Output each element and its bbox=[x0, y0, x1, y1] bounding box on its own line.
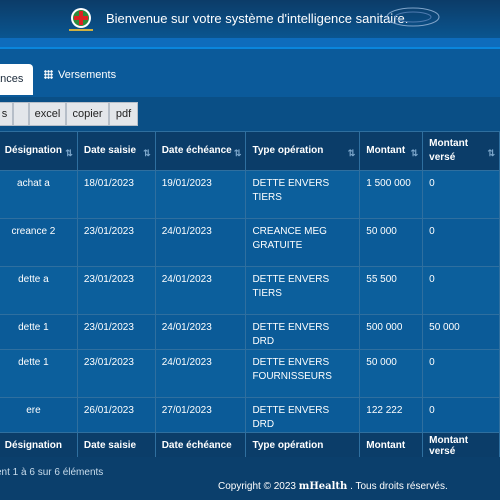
cell-montant: 55 500 bbox=[359, 266, 424, 315]
sub-banner bbox=[0, 38, 500, 47]
cell-date-echeance: 24/01/2023 bbox=[154, 314, 247, 350]
footer-col-montant-verse: Montant versé bbox=[422, 432, 500, 459]
tab-creances-label: ances bbox=[0, 73, 24, 85]
table-row[interactable]: dette 1 23/01/2023 24/01/2023 DETTE ENVE… bbox=[0, 349, 500, 398]
cell-type-operation: DETTE ENVERS DRD bbox=[245, 314, 361, 350]
table-row[interactable]: dette a 23/01/2023 24/01/2023 DETTE ENVE… bbox=[0, 266, 500, 315]
cell-date-saisie: 18/01/2023 bbox=[76, 170, 156, 219]
table-row[interactable]: creance 2 23/01/2023 24/01/2023 CREANCE … bbox=[0, 218, 500, 267]
tab-creances[interactable]: ances bbox=[0, 64, 33, 95]
cell-designation: dette a bbox=[0, 266, 78, 315]
excel-button[interactable]: excel bbox=[29, 102, 66, 126]
cell-date-echeance: 24/01/2023 bbox=[154, 218, 247, 267]
cell-montant-verse: 0 bbox=[422, 397, 500, 433]
cell-designation: dette 1 bbox=[0, 314, 78, 350]
cell-date-echeance: 24/01/2023 bbox=[154, 266, 247, 315]
page-footer: ent 1 à 6 sur 6 éléments Copyright © 202… bbox=[0, 457, 500, 500]
table-row[interactable]: achat a 18/01/2023 19/01/2023 DETTE ENVE… bbox=[0, 170, 500, 219]
grid-icon bbox=[44, 70, 53, 79]
tab-bar: ances Versements bbox=[0, 49, 500, 97]
footer-col-designation: Désignation bbox=[0, 432, 78, 459]
cell-date-saisie: 23/01/2023 bbox=[76, 266, 156, 315]
brand-name: mHealth bbox=[298, 481, 348, 492]
partner-logo bbox=[386, 7, 440, 27]
cell-montant-verse: 0 bbox=[422, 170, 500, 219]
welcome-text: Bienvenue sur votre système d'intelligen… bbox=[106, 11, 409, 26]
cell-type-operation: DETTE ENVERS FOURNISSEURS bbox=[245, 349, 361, 398]
table-row[interactable]: dette 1 23/01/2023 24/01/2023 DETTE ENVE… bbox=[0, 314, 500, 350]
cell-montant: 50 000 bbox=[359, 349, 424, 398]
cell-date-echeance: 19/01/2023 bbox=[154, 170, 247, 219]
cell-montant-verse: 0 bbox=[422, 266, 500, 315]
cell-montant: 500 000 bbox=[359, 314, 424, 350]
cell-date-saisie: 23/01/2023 bbox=[76, 218, 156, 267]
sort-icon: ⇅ bbox=[143, 148, 151, 158]
blank-button[interactable] bbox=[13, 102, 29, 126]
copy-button[interactable]: copier bbox=[66, 102, 109, 126]
tab-versements-label: Versements bbox=[58, 69, 117, 81]
footer-col-date-echeance: Date échéance bbox=[154, 432, 247, 459]
cell-montant: 122 222 bbox=[359, 397, 424, 433]
sort-icon: ⇅ bbox=[410, 148, 419, 158]
footer-col-montant: Montant bbox=[359, 432, 424, 459]
cell-designation: creance 2 bbox=[0, 218, 78, 267]
cell-date-saisie: 26/01/2023 bbox=[76, 397, 156, 433]
footer-col-date-saisie: Date saisie bbox=[76, 432, 156, 459]
cell-designation: ere bbox=[0, 397, 78, 433]
sort-icon: ⇅ bbox=[487, 148, 495, 158]
cell-date-echeance: 24/01/2023 bbox=[154, 349, 247, 398]
top-banner: Bienvenue sur votre système d'intelligen… bbox=[0, 0, 500, 38]
sort-icon: ⇅ bbox=[233, 148, 242, 158]
sort-icon: ⇅ bbox=[65, 148, 73, 158]
cell-type-operation: CREANCE MEG GRATUITE bbox=[245, 218, 361, 267]
cell-type-operation: DETTE ENVERS TIERS bbox=[245, 266, 361, 315]
col-header-montant[interactable]: Montant ⇅ bbox=[359, 131, 424, 171]
cell-montant-verse: 50 000 bbox=[422, 314, 500, 350]
cell-designation: achat a bbox=[0, 170, 78, 219]
col-header-date-saisie[interactable]: Date saisie ⇅ bbox=[76, 131, 156, 171]
sort-icon: ⇅ bbox=[347, 148, 356, 158]
footer-col-type-operation: Type opération bbox=[245, 432, 361, 459]
cell-date-echeance: 27/01/2023 bbox=[154, 397, 247, 433]
col-header-montant-verse[interactable]: Montant versé ⇅ bbox=[422, 131, 500, 171]
pdf-button[interactable]: pdf bbox=[109, 102, 138, 126]
copyright: Copyright © 2023 mHealth . Tous droits r… bbox=[218, 481, 448, 492]
data-table: Désignation ⇅ Date saisie ⇅ Date échéance ⇅… bbox=[0, 131, 500, 459]
cell-montant: 1 500 000 bbox=[359, 170, 424, 219]
ministry-logo bbox=[69, 8, 93, 31]
cell-date-saisie: 23/01/2023 bbox=[76, 314, 156, 350]
col-header-designation[interactable]: Désignation ⇅ bbox=[0, 131, 78, 171]
table-info: ent 1 à 6 sur 6 éléments bbox=[0, 467, 104, 478]
table-row[interactable]: ere 26/01/2023 27/01/2023 DETTE ENVERS D… bbox=[0, 397, 500, 433]
cell-montant-verse: 0 bbox=[422, 218, 500, 267]
col-header-type-operation[interactable]: Type opération ⇅ bbox=[245, 131, 361, 171]
cell-designation: dette 1 bbox=[0, 349, 78, 398]
cell-montant-verse: 0 bbox=[422, 349, 500, 398]
col-header-date-echeance[interactable]: Date échéance ⇅ bbox=[154, 131, 247, 171]
cell-montant: 50 000 bbox=[359, 218, 424, 267]
cell-type-operation: DETTE ENVERS TIERS bbox=[245, 170, 361, 219]
cell-date-saisie: 23/01/2023 bbox=[76, 349, 156, 398]
cell-type-operation: DETTE ENVERS DRD bbox=[245, 397, 361, 433]
tab-versements[interactable]: Versements bbox=[44, 69, 116, 81]
truncated-button[interactable]: s bbox=[0, 102, 13, 126]
